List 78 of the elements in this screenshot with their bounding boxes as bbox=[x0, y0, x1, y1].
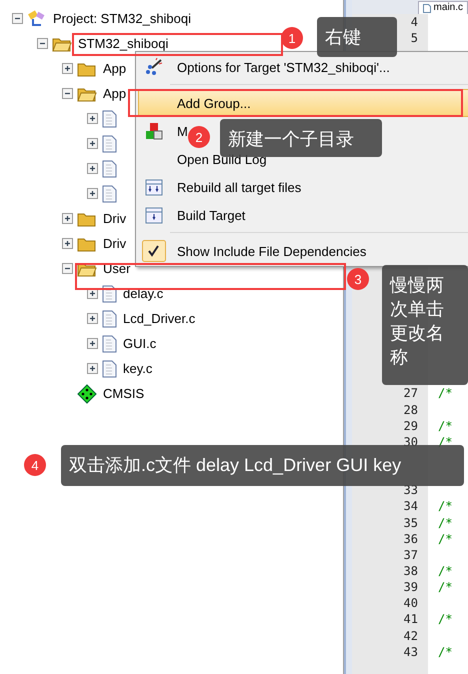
tree-item[interactable]: Driv bbox=[103, 211, 126, 226]
line-number: 4 bbox=[410, 15, 418, 30]
code-comment: /* bbox=[438, 644, 452, 659]
project-icon bbox=[27, 10, 47, 28]
expand-icon[interactable] bbox=[62, 213, 73, 224]
line-number: 36 bbox=[404, 532, 418, 546]
line-number: 5 bbox=[410, 31, 418, 46]
annotation-tooltip: 双击添加.c文件 delay Lcd_Driver GUI key bbox=[61, 445, 464, 486]
code-comment: /* bbox=[438, 499, 452, 514]
build-icon bbox=[145, 178, 163, 196]
expand-icon[interactable] bbox=[87, 138, 98, 149]
line-number: 41 bbox=[404, 612, 418, 626]
magic-wand-icon bbox=[144, 58, 164, 76]
folder-icon bbox=[77, 236, 97, 252]
line-number: 40 bbox=[404, 596, 418, 610]
code-comment: /* bbox=[438, 386, 452, 400]
file-icon bbox=[102, 310, 117, 328]
tree-item[interactable]: CMSIS bbox=[103, 386, 144, 401]
expand-icon[interactable] bbox=[87, 313, 98, 324]
line-number: 43 bbox=[404, 644, 418, 659]
line-number: 28 bbox=[404, 402, 418, 417]
folder-icon bbox=[77, 60, 97, 76]
line-number: 33 bbox=[404, 483, 418, 498]
tree-item[interactable]: delay.c bbox=[123, 286, 164, 301]
open-folder-icon bbox=[52, 36, 72, 52]
tree-item[interactable]: GUI.c bbox=[123, 336, 156, 351]
open-folder-icon bbox=[77, 86, 97, 102]
code-comment: /* bbox=[438, 612, 452, 626]
menu-item[interactable]: Build Target bbox=[138, 201, 468, 229]
tree-item[interactable]: Driv bbox=[103, 236, 126, 251]
expand-icon[interactable] bbox=[87, 188, 98, 199]
expand-icon[interactable] bbox=[87, 363, 98, 374]
file-icon bbox=[102, 160, 117, 178]
expand-icon[interactable] bbox=[62, 63, 73, 74]
line-number: 39 bbox=[404, 580, 418, 594]
build-icon bbox=[145, 206, 163, 224]
file-icon bbox=[102, 334, 117, 352]
diamond-icon bbox=[77, 384, 97, 404]
code-comment: /* bbox=[438, 564, 452, 578]
tree-item[interactable]: App bbox=[103, 86, 126, 101]
code-comment: /* bbox=[438, 580, 452, 594]
code-comment: /* bbox=[438, 532, 452, 546]
file-icon bbox=[102, 110, 117, 128]
line-number: 35 bbox=[404, 516, 418, 530]
annotation-tooltip: 右键 bbox=[317, 17, 397, 57]
line-number: 27 bbox=[404, 386, 418, 400]
editor-tab[interactable]: main.c bbox=[418, 1, 468, 14]
line-number: 34 bbox=[404, 499, 418, 514]
menu-item[interactable]: Show Include File Dependencies bbox=[138, 237, 468, 265]
annotation-tooltip: 新建一个子目录 bbox=[220, 119, 382, 157]
tree-item[interactable]: key.c bbox=[123, 361, 152, 376]
file-icon bbox=[102, 360, 117, 378]
blocks-icon bbox=[145, 122, 163, 140]
collapse-icon[interactable] bbox=[62, 263, 73, 274]
code-comment: /* bbox=[438, 516, 452, 530]
tree-item[interactable]: Lcd_Driver.c bbox=[123, 311, 196, 326]
tree-item[interactable]: App bbox=[103, 61, 126, 76]
collapse-icon[interactable] bbox=[62, 88, 73, 99]
tree-item[interactable]: User bbox=[103, 261, 130, 276]
code-comment: /* bbox=[438, 418, 452, 433]
expand-icon[interactable] bbox=[87, 113, 98, 124]
file-icon bbox=[422, 4, 431, 12]
tree-item[interactable]: Project: STM32_shiboqi bbox=[53, 11, 192, 26]
collapse-icon[interactable] bbox=[12, 13, 23, 24]
line-number: 29 bbox=[404, 418, 418, 433]
line-number: 42 bbox=[404, 628, 418, 643]
expand-icon[interactable] bbox=[62, 238, 73, 249]
file-icon bbox=[102, 184, 117, 202]
collapse-icon[interactable] bbox=[37, 38, 48, 49]
expand-icon[interactable] bbox=[87, 163, 98, 174]
menu-item[interactable]: Rebuild all target files bbox=[138, 173, 468, 201]
expand-icon[interactable] bbox=[87, 338, 98, 349]
line-number: 37 bbox=[404, 548, 418, 562]
file-icon bbox=[102, 134, 117, 152]
tree-item[interactable]: STM32_shiboqi bbox=[78, 36, 168, 51]
folder-icon bbox=[77, 210, 97, 226]
annotation-tooltip: 慢慢两次单击更改名称 bbox=[382, 265, 468, 385]
line-number: 38 bbox=[404, 564, 418, 578]
